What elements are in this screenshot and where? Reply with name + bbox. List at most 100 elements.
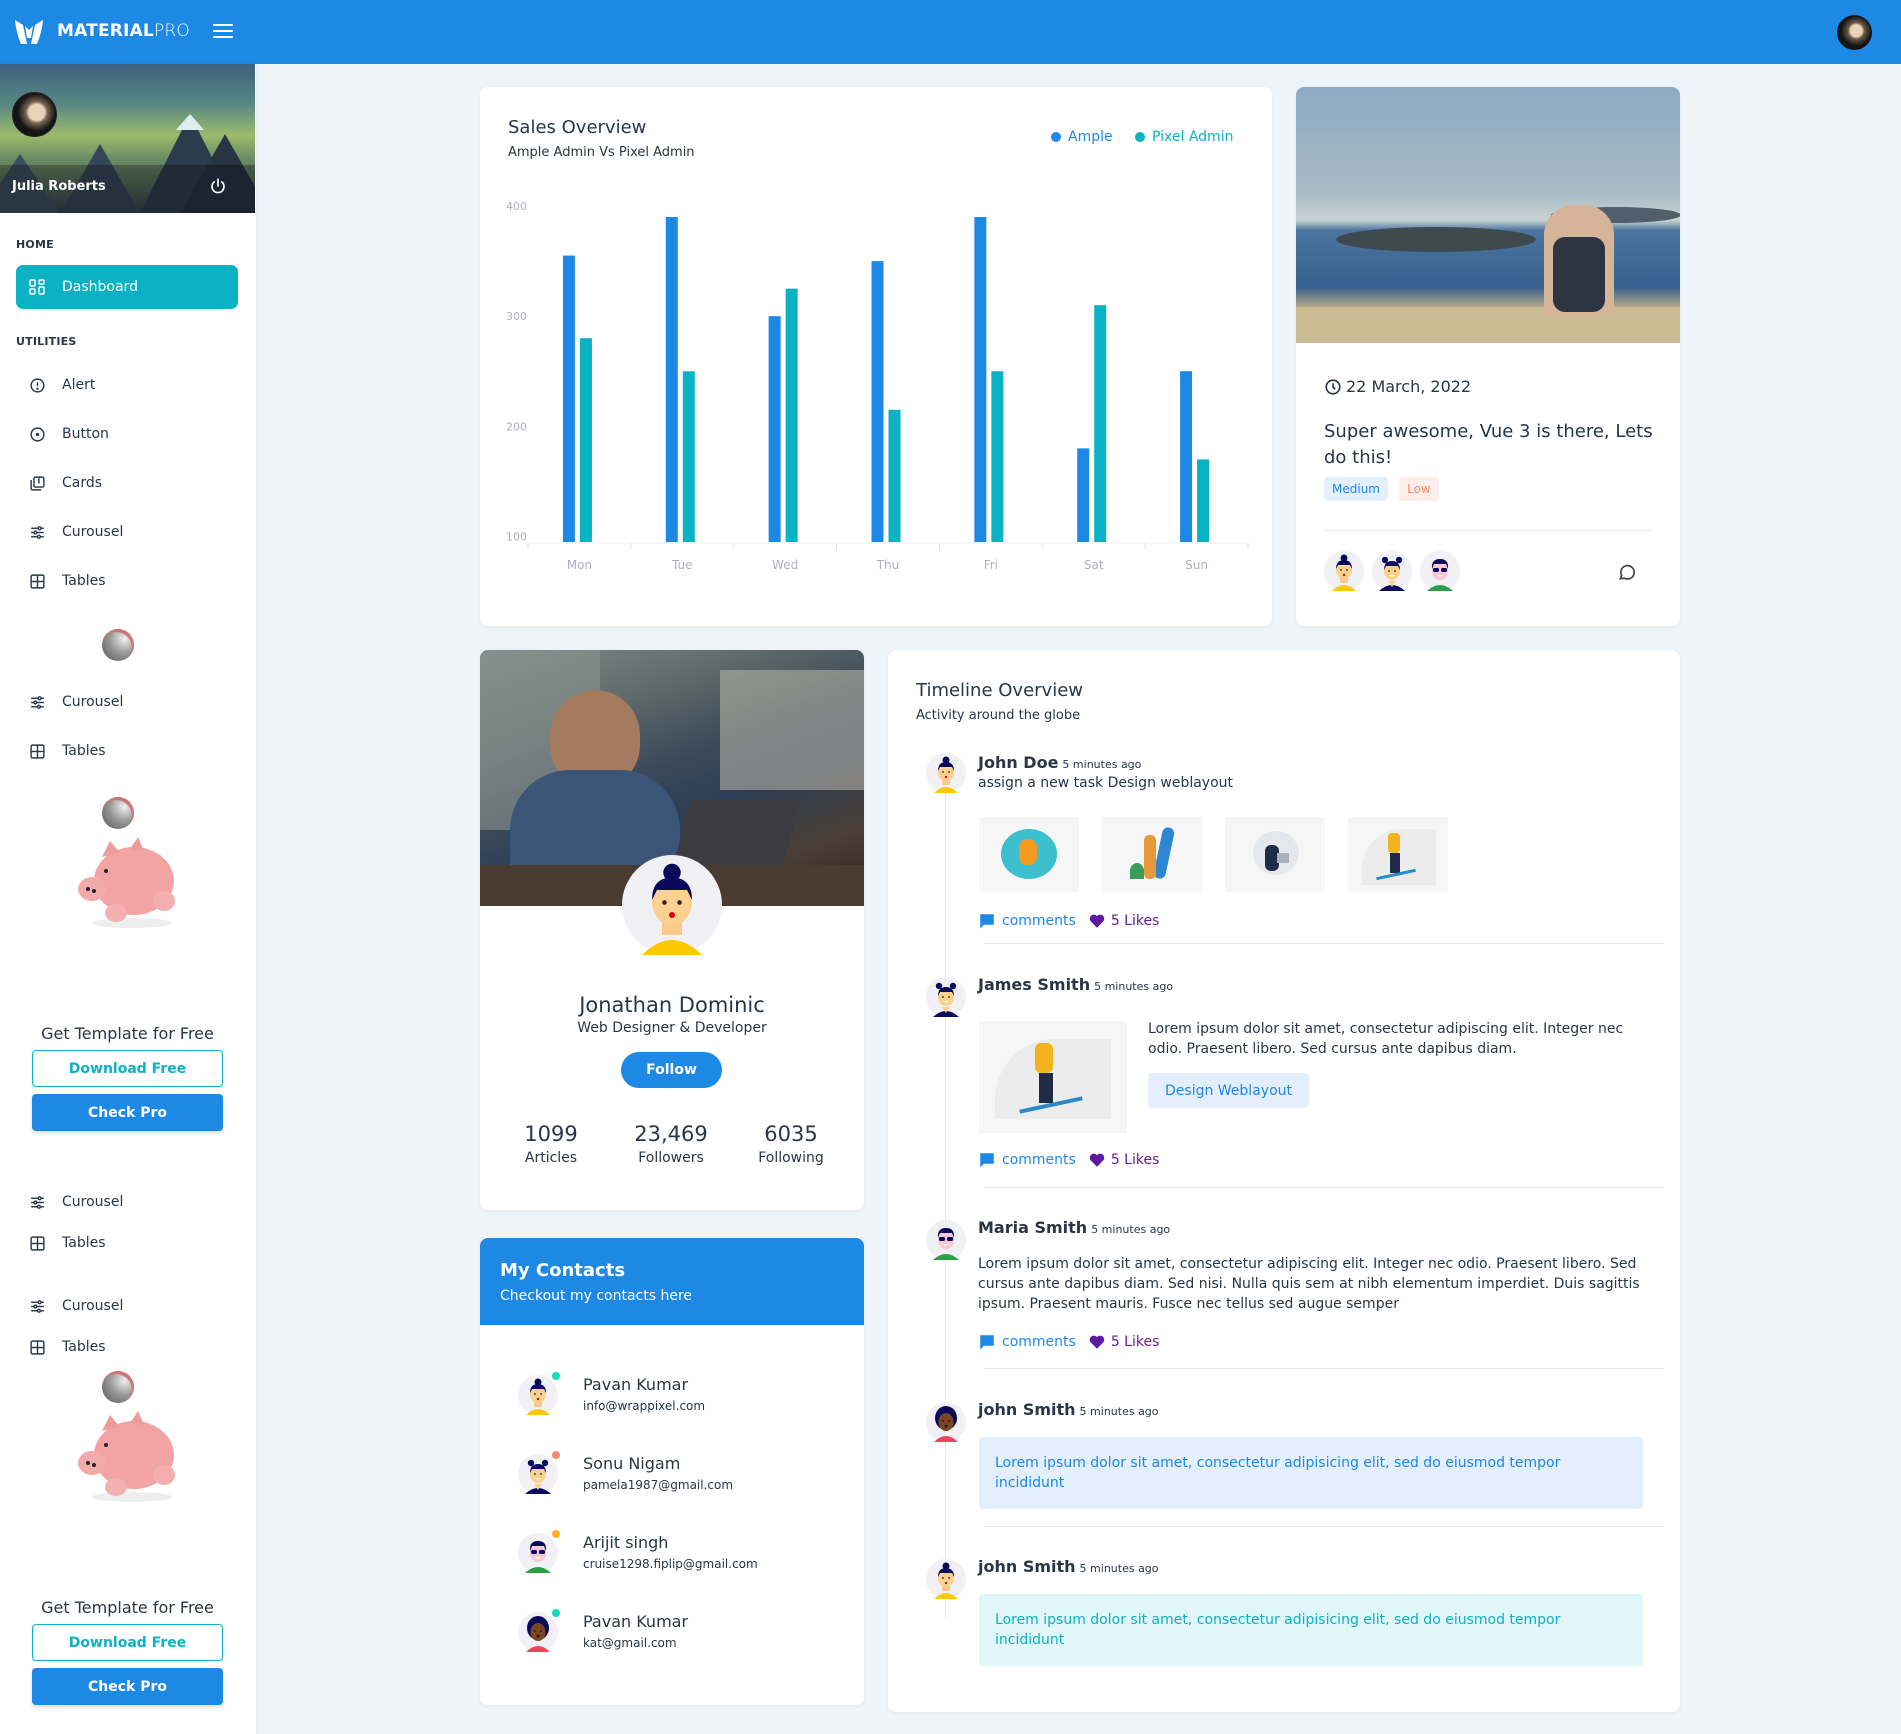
hamburger-menu-icon[interactable] bbox=[213, 24, 233, 40]
sidebar-user-avatar[interactable] bbox=[12, 92, 57, 137]
heart-icon bbox=[1089, 914, 1105, 928]
skier-illustration[interactable] bbox=[979, 1021, 1127, 1133]
profile-avatar[interactable] bbox=[622, 855, 722, 955]
coin-icon bbox=[102, 629, 134, 661]
divider bbox=[984, 1187, 1664, 1188]
sliders-icon bbox=[28, 1193, 46, 1211]
contact-item[interactable]: Pavan Kumar info@wrappixel.com bbox=[518, 1372, 848, 1423]
woman-laptop-illustration[interactable] bbox=[1225, 817, 1325, 892]
sidebar-item-tables[interactable]: Tables bbox=[16, 729, 238, 773]
check-pro-button[interactable]: Check Pro bbox=[32, 1668, 223, 1705]
x-tick-label: Thu bbox=[876, 558, 900, 572]
likes-link[interactable]: 5 Likes bbox=[1088, 1151, 1159, 1169]
sidebar-item-label: Cards bbox=[62, 475, 103, 491]
sidebar-item-curousel[interactable]: Curousel bbox=[16, 1180, 238, 1224]
sidebar-item-label: Tables bbox=[62, 1235, 106, 1251]
contact-item[interactable]: Sonu Nigam pamela1987@gmail.com bbox=[518, 1451, 848, 1502]
section-caption-utilities: UTILITIES bbox=[16, 335, 77, 348]
avatar-buns-navy bbox=[518, 1454, 558, 1494]
stat-followers-value: 23,469 bbox=[634, 1122, 708, 1146]
materialpro-logo-icon[interactable] bbox=[14, 18, 44, 46]
avatar-sunglasses-green[interactable] bbox=[926, 1220, 966, 1260]
sidebar-item-curousel[interactable]: Curousel bbox=[16, 680, 238, 724]
download-free-button[interactable]: Download Free bbox=[32, 1050, 223, 1087]
comments-link[interactable]: comments bbox=[978, 912, 1076, 930]
table-icon bbox=[28, 1234, 46, 1252]
contact-item[interactable]: Arijit singh cruise1298.fiplip@gmail.com bbox=[518, 1530, 848, 1581]
likes-link[interactable]: 5 Likes bbox=[1088, 912, 1159, 930]
timeline-message-box: Lorem ipsum dolor sit amet, consectetur … bbox=[979, 1437, 1643, 1509]
user-avatar[interactable] bbox=[1837, 15, 1872, 50]
bar-pixel-admin-sat bbox=[1094, 305, 1107, 542]
comments-link[interactable]: comments bbox=[978, 1151, 1076, 1169]
avatar-sunglasses-green[interactable] bbox=[1420, 551, 1460, 591]
blog-cover-image bbox=[1296, 87, 1680, 343]
profile-card: Jonathan Dominic Web Designer & Develope… bbox=[480, 650, 864, 1210]
bar-pixel-admin-thu bbox=[888, 409, 901, 542]
sidebar-item-tables[interactable]: Tables bbox=[16, 1325, 238, 1369]
bar-ample-tue bbox=[665, 217, 678, 542]
avatar-buns-navy[interactable] bbox=[926, 977, 966, 1017]
timeline-author[interactable]: James Smith 5 minutes ago bbox=[978, 975, 1173, 994]
sidebar-profile-banner: Julia Roberts bbox=[0, 64, 255, 213]
bar-ample-thu bbox=[871, 261, 884, 542]
tag-low: Low bbox=[1399, 477, 1439, 501]
surfer-wave-illustration[interactable] bbox=[979, 817, 1079, 892]
download-free-button[interactable]: Download Free bbox=[32, 1624, 223, 1661]
coin-icon bbox=[102, 1371, 134, 1403]
clock-icon bbox=[1325, 378, 1341, 395]
comment-bubble-icon bbox=[980, 1153, 994, 1168]
heart-icon bbox=[1089, 1335, 1105, 1349]
sales-overview-card: Sales Overview Ample Admin Vs Pixel Admi… bbox=[480, 87, 1272, 626]
sidebar-item-tables[interactable]: Tables bbox=[16, 1221, 238, 1265]
divider bbox=[984, 943, 1664, 944]
avatar-bun-yellow[interactable] bbox=[926, 753, 966, 793]
status-dot bbox=[552, 1609, 560, 1617]
x-tick-label: Fri bbox=[984, 558, 998, 572]
follow-button[interactable]: Follow bbox=[621, 1052, 722, 1088]
brand-name[interactable]: MATERIALPRO bbox=[57, 21, 190, 41]
timeline-text: Lorem ipsum dolor sit amet, consectetur … bbox=[978, 1256, 1640, 1312]
promo-text: Get Template for Free bbox=[41, 1598, 214, 1617]
timeline-author[interactable]: john Smith 5 minutes ago bbox=[978, 1400, 1159, 1419]
sidebar-item-label: Curousel bbox=[62, 694, 124, 710]
surfer-board-illustration[interactable] bbox=[1102, 817, 1202, 892]
sidebar-item-button[interactable]: Button bbox=[16, 412, 238, 456]
sliders-icon bbox=[28, 693, 46, 711]
bar-ample-wed bbox=[768, 316, 781, 542]
sidebar-item-label: Tables bbox=[62, 573, 106, 589]
timeline-author[interactable]: Maria Smith 5 minutes ago bbox=[978, 1218, 1170, 1237]
avatar-buns-navy[interactable] bbox=[1372, 551, 1412, 591]
skier-illustration[interactable] bbox=[1348, 817, 1448, 892]
profile-role: Web Designer & Developer bbox=[577, 1020, 767, 1036]
sidebar-user-name: Julia Roberts bbox=[12, 179, 106, 194]
sidebar-item-tables[interactable]: Tables bbox=[16, 559, 238, 603]
check-pro-button[interactable]: Check Pro bbox=[32, 1094, 223, 1131]
bar-ample-sat bbox=[1077, 448, 1090, 542]
bar-ample-fri bbox=[974, 217, 987, 542]
avatar-bun-yellow[interactable] bbox=[926, 1559, 966, 1599]
stat-following-value: 6035 bbox=[764, 1122, 818, 1146]
bar-ample-sun bbox=[1180, 371, 1193, 542]
comment-icon[interactable] bbox=[1617, 562, 1637, 582]
sidebar-item-curousel[interactable]: Curousel bbox=[16, 1284, 238, 1328]
timeline-text: Lorem ipsum dolor sit amet, consectetur … bbox=[1148, 1021, 1624, 1057]
bar-pixel-admin-mon bbox=[579, 338, 592, 542]
sidebar-item-dashboard[interactable]: Dashboard bbox=[16, 265, 238, 309]
timeline-author[interactable]: john Smith 5 minutes ago bbox=[978, 1557, 1159, 1576]
blog-title[interactable]: Super awesome, Vue 3 is there, Lets do t… bbox=[1324, 419, 1654, 471]
power-icon[interactable] bbox=[209, 177, 227, 195]
avatar-dark-red[interactable] bbox=[926, 1402, 966, 1442]
avatar-bun-yellow[interactable] bbox=[1324, 551, 1364, 591]
timeline-author[interactable]: John Doe 5 minutes ago bbox=[978, 753, 1141, 772]
bar-pixel-admin-sun bbox=[1197, 459, 1210, 542]
timeline-actions: comments 5 Likes bbox=[978, 1332, 1159, 1352]
sidebar-item-cards[interactable]: Cards bbox=[16, 461, 238, 505]
comments-link[interactable]: comments bbox=[978, 1333, 1076, 1351]
sidebar-item-curousel[interactable]: Curousel bbox=[16, 510, 238, 554]
stat-followers-label: Followers bbox=[638, 1150, 704, 1166]
design-weblayout-button[interactable]: Design Weblayout bbox=[1148, 1073, 1309, 1108]
sidebar-item-alert[interactable]: Alert bbox=[16, 363, 238, 407]
likes-link[interactable]: 5 Likes bbox=[1088, 1333, 1159, 1351]
contact-item[interactable]: Pavan Kumar kat@gmail.com bbox=[518, 1609, 848, 1660]
